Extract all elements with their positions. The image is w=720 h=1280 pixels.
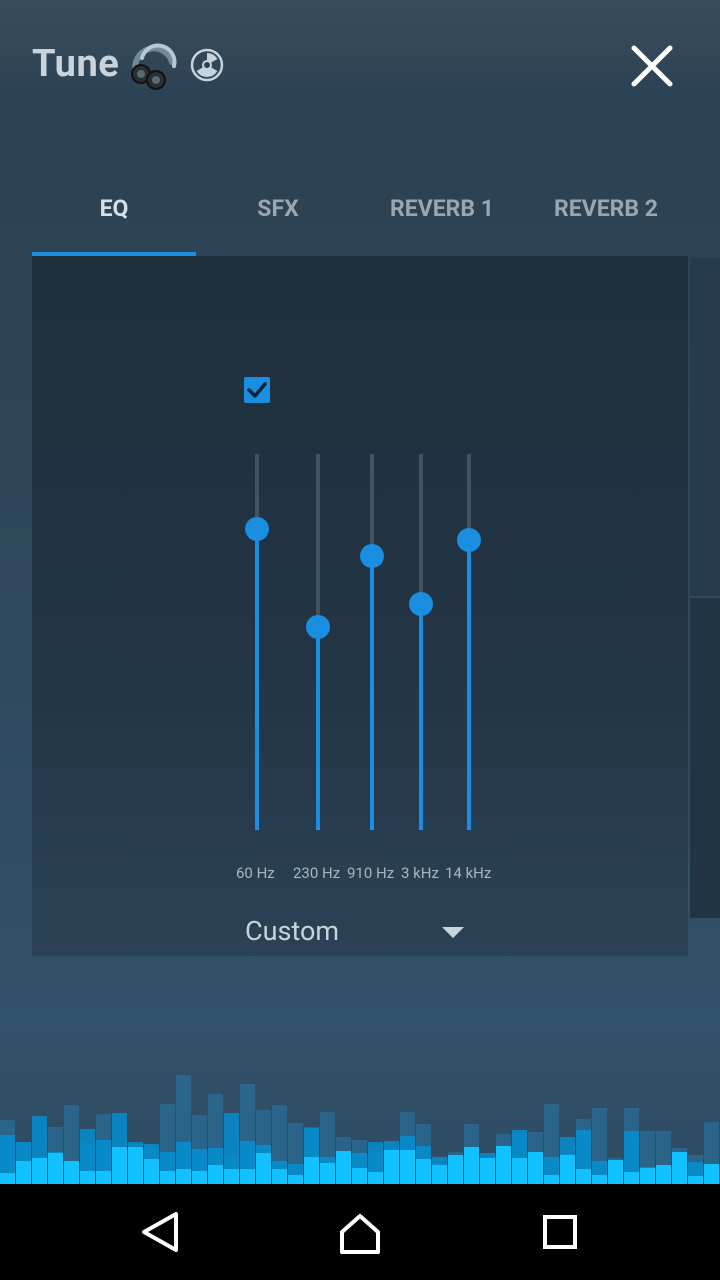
preset-value: Custom <box>245 915 340 947</box>
band-label-14khz: 14 kHz <box>445 864 492 882</box>
visualizer-bar <box>96 1171 111 1184</box>
visualizer-bar <box>544 1175 559 1184</box>
visualizer-bar <box>640 1168 655 1184</box>
slider-fill <box>370 556 374 830</box>
radiation-icon[interactable] <box>190 48 224 82</box>
band-label-3khz: 3 kHz <box>401 864 439 882</box>
band-label-60hz: 60 Hz <box>236 864 275 882</box>
eq-slider-910hz[interactable] <box>352 454 392 830</box>
band-label-910hz: 910 Hz <box>347 864 395 882</box>
tab-reverb-2[interactable]: REVERB 2 <box>524 180 688 240</box>
tab-sfx[interactable]: SFX <box>196 180 360 240</box>
eq-slider-3khz[interactable] <box>401 454 441 830</box>
slider-fill <box>255 529 259 830</box>
visualizer-bar <box>688 1176 703 1184</box>
back-icon[interactable] <box>130 1202 190 1262</box>
visualizer-bar <box>48 1153 63 1184</box>
slider-fill <box>467 540 471 830</box>
visualizer-bar <box>672 1152 687 1184</box>
close-icon[interactable] <box>622 36 682 96</box>
visualizer-bar <box>288 1175 303 1184</box>
eq-enable-checkbox[interactable] <box>244 377 270 403</box>
recents-icon[interactable] <box>530 1202 590 1262</box>
next-panel-edge <box>690 258 720 596</box>
visualizer-bar <box>448 1155 463 1184</box>
tab-eq[interactable]: EQ <box>32 180 196 240</box>
visualizer-bar <box>592 1175 607 1184</box>
slider-thumb[interactable] <box>360 544 384 568</box>
visualizer-bar <box>192 1171 207 1184</box>
visualizer-bar <box>176 1169 191 1184</box>
visualizer-bar <box>704 1164 719 1184</box>
visualizer-bar <box>384 1150 399 1184</box>
visualizer-bar <box>400 1150 415 1184</box>
visualizer-bar <box>144 1159 159 1184</box>
visualizer-bar <box>528 1152 543 1184</box>
visualizer-bar <box>416 1159 431 1184</box>
slider-thumb[interactable] <box>306 615 330 639</box>
audio-visualizer <box>0 1050 720 1184</box>
slider-thumb[interactable] <box>409 592 433 616</box>
tab-bar: EQ SFX REVERB 1 REVERB 2 <box>32 180 688 256</box>
visualizer-bar <box>480 1158 495 1184</box>
visualizer-bar <box>496 1146 511 1184</box>
visualizer-bar <box>464 1147 479 1184</box>
visualizer-bar <box>368 1172 383 1184</box>
visualizer-bar <box>112 1147 127 1184</box>
home-icon[interactable] <box>330 1202 390 1262</box>
tab-reverb-1[interactable]: REVERB 1 <box>360 180 524 240</box>
system-nav-bar <box>0 1184 720 1280</box>
visualizer-bar <box>304 1157 319 1184</box>
slider-thumb[interactable] <box>245 517 269 541</box>
visualizer-bar <box>16 1161 31 1184</box>
slider-thumb[interactable] <box>457 528 481 552</box>
slider-fill <box>316 627 320 830</box>
visualizer-bar <box>32 1158 47 1184</box>
visualizer-bar <box>128 1147 143 1184</box>
band-label-230hz: 230 Hz <box>293 864 341 882</box>
visualizer-bar <box>336 1151 351 1184</box>
eq-slider-60hz[interactable] <box>237 454 277 830</box>
slider-fill <box>419 604 423 830</box>
app-title: Tune <box>32 42 120 86</box>
visualizer-bar <box>80 1171 95 1184</box>
visualizer-bar <box>320 1163 335 1184</box>
visualizer-bar <box>656 1165 671 1184</box>
visualizer-bar <box>256 1153 271 1184</box>
preset-dropdown[interactable]: Custom <box>232 905 482 961</box>
visualizer-bar <box>608 1160 623 1184</box>
visualizer-bar <box>0 1173 15 1184</box>
visualizer-bar <box>352 1168 367 1184</box>
visualizer-bar <box>208 1165 223 1184</box>
visualizer-bar <box>560 1155 575 1184</box>
visualizer-bar <box>432 1165 447 1184</box>
dropdown-arrow-icon <box>442 927 464 938</box>
visualizer-bar <box>64 1161 79 1184</box>
headphones-icon <box>131 43 177 90</box>
visualizer-bar <box>272 1169 287 1184</box>
visualizer-bar <box>624 1172 639 1184</box>
eq-slider-230hz[interactable] <box>298 454 338 830</box>
visualizer-bar <box>576 1169 591 1184</box>
next-panel-edge-lower <box>690 598 720 918</box>
check-icon <box>247 382 267 398</box>
visualizer-bar <box>512 1158 527 1184</box>
visualizer-bar <box>240 1169 255 1184</box>
eq-slider-14khz[interactable] <box>449 454 489 830</box>
visualizer-bar <box>160 1171 175 1184</box>
visualizer-bar <box>224 1169 239 1184</box>
header: Tune <box>0 0 720 130</box>
